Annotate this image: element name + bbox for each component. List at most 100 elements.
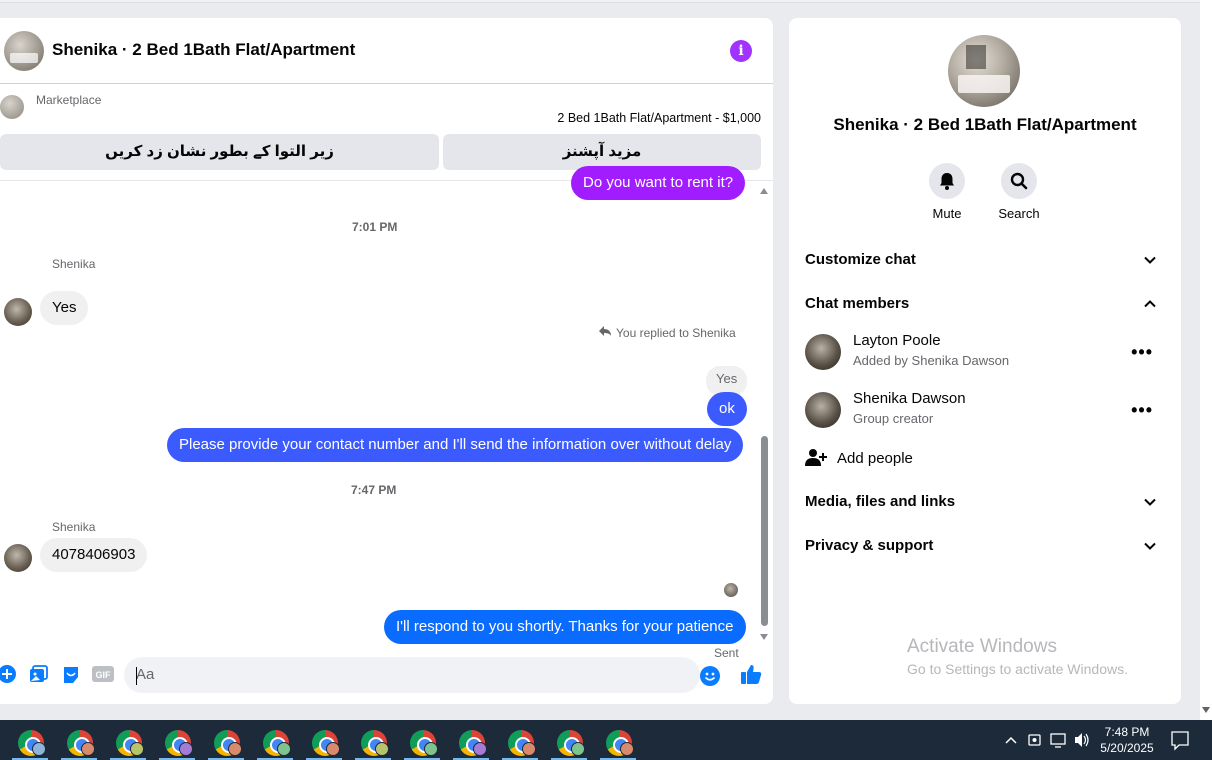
scroll-up-arrow-icon[interactable]	[760, 188, 768, 194]
message-outgoing[interactable]: Do you want to rent it?	[571, 166, 746, 200]
chevron-up-icon[interactable]	[1143, 297, 1157, 311]
notification-icon[interactable]	[1170, 720, 1190, 760]
member-name: Shenika Dawson	[853, 390, 966, 407]
chrome-taskbar-icon[interactable]	[400, 724, 444, 760]
mark-pending-button[interactable]: زیر التوا کے بطور نشان زد کریں	[0, 134, 439, 170]
timestamp: 7:47 PM	[351, 483, 397, 497]
taskbar-clock[interactable]: 7:48 PM 5/20/2025	[1096, 724, 1158, 756]
chevron-down-icon[interactable]	[1143, 253, 1157, 267]
network-icon[interactable]	[1050, 720, 1068, 760]
reply-arrow-icon	[598, 325, 612, 340]
details-panel: Shenika · 2 Bed 1Bath Flat/Apartment Mut…	[789, 18, 1181, 704]
privacy-support-section[interactable]: Privacy & support	[805, 537, 1167, 554]
chrome-taskbar-icon[interactable]	[204, 724, 248, 760]
media-files-label: Media, files and links	[805, 493, 956, 510]
more-options-icon[interactable]: •••	[1131, 342, 1153, 363]
profile-badge-icon	[620, 742, 634, 756]
chrome-taskbar-icon[interactable]	[57, 724, 101, 760]
profile-badge-icon	[473, 742, 487, 756]
sender-name: Shenika	[52, 520, 96, 534]
marketplace-label: Marketplace	[36, 93, 102, 107]
activate-windows-watermark: Activate Windows Go to Settings to activ…	[907, 636, 1128, 677]
customize-chat-section[interactable]: Customize chat	[805, 251, 1167, 268]
bell-icon[interactable]	[929, 163, 965, 199]
page-scrollbar[interactable]	[1200, 0, 1212, 720]
text-caret	[136, 667, 137, 685]
mute-button[interactable]: Mute	[917, 163, 977, 221]
profile-badge-icon	[375, 742, 389, 756]
more-options-button[interactable]: مزید آپشنز	[443, 134, 761, 170]
sender-name: Shenika	[52, 257, 96, 271]
volume-icon[interactable]	[1073, 720, 1091, 760]
meet-now-icon[interactable]	[1027, 720, 1043, 760]
chrome-taskbar-icon[interactable]	[8, 724, 52, 760]
image-icon[interactable]	[28, 665, 48, 685]
sticker-icon[interactable]	[61, 665, 81, 685]
chrome-taskbar-icon[interactable]	[106, 724, 150, 760]
scrollbar-thumb[interactable]	[761, 436, 768, 626]
profile-badge-icon	[277, 742, 291, 756]
gif-icon[interactable]: GIF	[92, 665, 114, 685]
profile-badge-icon	[130, 742, 144, 756]
top-strip	[0, 0, 1200, 3]
taskbar: 7:48 PM 5/20/2025	[0, 720, 1212, 760]
chrome-taskbar-icon[interactable]	[351, 724, 395, 760]
message-list: Do you want to rent it? 7:01 PM Shenika …	[0, 166, 773, 660]
chrome-taskbar-icon[interactable]	[449, 724, 493, 760]
chrome-taskbar-icon[interactable]	[155, 724, 199, 760]
conversation-avatar-large[interactable]	[948, 35, 1020, 107]
scroll-down-arrow-icon[interactable]	[1202, 707, 1210, 713]
profile-badge-icon	[32, 742, 46, 756]
message-outgoing[interactable]: Please provide your contact number and I…	[167, 428, 744, 462]
customize-chat-label: Customize chat	[805, 251, 916, 268]
chevron-down-icon[interactable]	[1143, 539, 1157, 553]
more-options-icon[interactable]: •••	[1131, 400, 1153, 421]
emoji-icon[interactable]	[700, 666, 720, 686]
privacy-support-label: Privacy & support	[805, 537, 934, 554]
message-outgoing[interactable]: I'll respond to you shortly. Thanks for …	[384, 610, 746, 644]
profile-badge-icon	[571, 742, 585, 756]
chrome-taskbar-icon[interactable]	[596, 724, 640, 760]
message-scrollbar[interactable]	[758, 184, 770, 644]
show-hidden-icons[interactable]	[1003, 720, 1019, 760]
sender-avatar[interactable]	[4, 544, 32, 572]
listing-title-price[interactable]: 2 Bed 1Bath Flat/Apartment - $1,000	[557, 111, 761, 125]
chat-header: Shenika · 2 Bed 1Bath Flat/Apartment i	[0, 18, 773, 84]
add-people-label: Add people	[837, 450, 913, 467]
member-avatar[interactable]	[805, 334, 841, 370]
scroll-down-arrow-icon[interactable]	[760, 634, 768, 640]
profile-badge-icon	[179, 742, 193, 756]
search-button[interactable]: Search	[989, 163, 1049, 221]
chat-members-label: Chat members	[805, 295, 910, 312]
plus-icon[interactable]	[0, 665, 18, 685]
listing-thumbnail[interactable]	[0, 95, 24, 119]
conversation-avatar[interactable]	[4, 31, 44, 71]
search-icon[interactable]	[1001, 163, 1037, 199]
clock-time: 7:48 PM	[1104, 725, 1150, 739]
conversation-title[interactable]: Shenika · 2 Bed 1Bath Flat/Apartment	[52, 40, 355, 60]
message-input[interactable]	[124, 657, 700, 693]
reply-label: You replied to Shenika	[616, 326, 736, 340]
chevron-down-icon[interactable]	[1143, 495, 1157, 509]
search-label: Search	[998, 206, 1040, 221]
chrome-taskbar-icon[interactable]	[498, 724, 542, 760]
sender-avatar[interactable]	[4, 298, 32, 326]
chrome-taskbar-icon[interactable]	[547, 724, 591, 760]
chrome-taskbar-icon[interactable]	[302, 724, 346, 760]
info-icon[interactable]: i	[730, 40, 752, 62]
chrome-taskbar-icon[interactable]	[253, 724, 297, 760]
thumbs-up-icon[interactable]	[740, 663, 762, 685]
watermark-line-2: Go to Settings to activate Windows.	[907, 661, 1128, 677]
chat-members-section[interactable]: Chat members	[805, 295, 1167, 312]
message-incoming[interactable]: 4078406903	[40, 538, 148, 572]
member-row[interactable]: Shenika Dawson Group creator •••	[805, 390, 1167, 434]
profile-badge-icon	[326, 742, 340, 756]
member-subtitle: Added by Shenika Dawson	[853, 353, 1010, 368]
member-row[interactable]: Layton Poole Added by Shenika Dawson •••	[805, 332, 1167, 376]
media-files-section[interactable]: Media, files and links	[805, 493, 1167, 510]
profile-badge-icon	[81, 742, 95, 756]
member-avatar[interactable]	[805, 392, 841, 428]
message-incoming[interactable]: Yes	[40, 291, 89, 325]
message-outgoing[interactable]: ok	[707, 392, 747, 426]
composer: GIF	[0, 654, 773, 698]
